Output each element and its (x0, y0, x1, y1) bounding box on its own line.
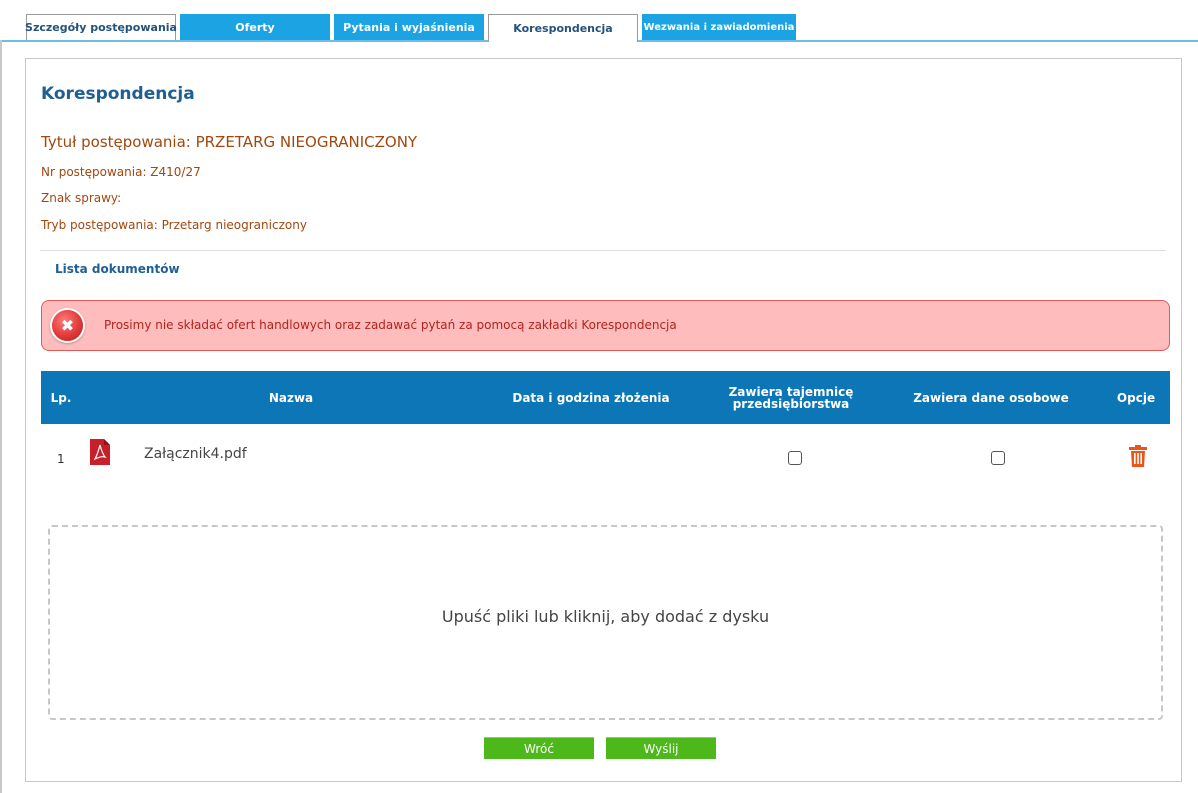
left-border (0, 40, 2, 793)
trash-icon[interactable] (1128, 445, 1148, 467)
x-icon: ✖ (52, 310, 83, 341)
column-header-date: Data i godzina złożenia (512, 390, 670, 405)
pdf-icon (90, 439, 110, 465)
tab-szczegoly[interactable]: Szczegóły postępowania (25, 14, 177, 40)
column-header-name: Nazwa (268, 390, 314, 405)
page-title: Korespondencja (41, 84, 195, 104)
tab-wezwania[interactable]: Wezwania i zawiadomienia (642, 14, 796, 40)
documents-section-title: Lista dokumentów (55, 262, 180, 276)
send-button[interactable]: Wyślij (606, 737, 716, 759)
procedure-title: Tytuł postępowania: PRZETARG NIEOGRANICZ… (41, 133, 418, 151)
column-header-personal: Zawiera dane osobowe (913, 390, 1069, 405)
alert-text: Prosimy nie składać ofert handlowych ora… (104, 318, 677, 332)
table-header: Lp. Nazwa Data i godzina złożenia Zawier… (41, 371, 1170, 424)
dropzone-text: Upuść pliki lub kliknij, aby dodać z dys… (441, 607, 770, 626)
secret-checkbox[interactable] (788, 451, 802, 465)
table-row: 1 Załącznik4.pdf (41, 434, 1170, 478)
column-header-secret: Zawiera tajemnicę przedsiębiorstwa (728, 384, 854, 411)
tab-pytania[interactable]: Pytania i wyjaśnienia (334, 14, 484, 40)
procedure-number: Nr postępowania: Z410/27 (41, 165, 201, 179)
procedure-mode: Tryb postępowania: Przetarg nieograniczo… (41, 218, 307, 232)
case-sign: Znak sprawy: (41, 191, 122, 205)
tab-oferty[interactable]: Oferty (180, 14, 330, 40)
file-name[interactable]: Załącznik4.pdf (144, 446, 247, 462)
tab-korespondencja[interactable]: Korespondencja (488, 14, 638, 42)
row-lp: 1 (57, 452, 65, 466)
warning-alert: ✖ Prosimy nie składać ofert handlowych o… (41, 300, 1170, 351)
section-divider (40, 250, 1166, 251)
app-root: Szczegóły postępowania Oferty Pytania i … (0, 0, 1198, 793)
file-dropzone[interactable]: Upuść pliki lub kliknij, aby dodać z dys… (48, 525, 1163, 720)
column-header-lp: Lp. (50, 390, 72, 405)
personal-data-checkbox[interactable] (991, 451, 1005, 465)
back-button[interactable]: Wróć (484, 737, 594, 759)
column-header-options: Opcje (1116, 390, 1156, 405)
tab-bar: Szczegóły postępowania Oferty Pytania i … (25, 14, 800, 42)
